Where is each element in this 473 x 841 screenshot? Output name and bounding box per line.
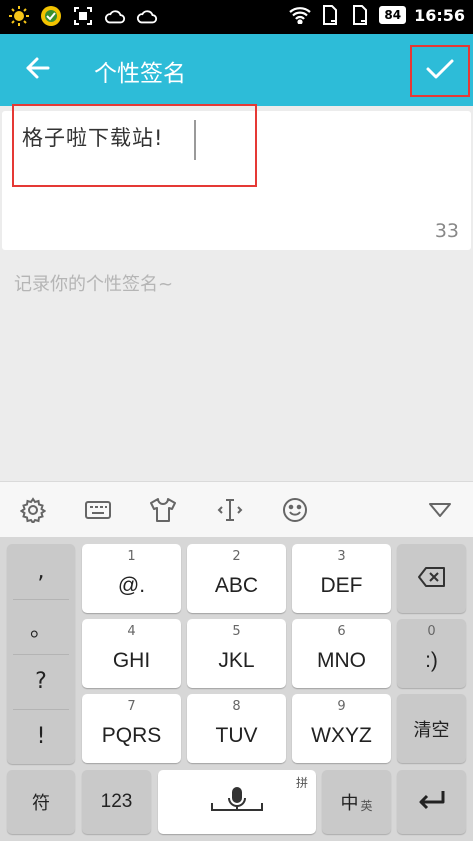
key-number: 7 — [127, 699, 136, 714]
page-title: 个性签名 — [94, 61, 186, 87]
signature-text: 格子啦下载站! — [22, 126, 164, 150]
skin-shirt-icon[interactable] — [148, 495, 178, 525]
enter-icon — [417, 788, 447, 816]
key-1[interactable]: 1 @. — [82, 544, 181, 613]
key-number: 6 — [337, 624, 346, 639]
cloud-icon — [104, 5, 126, 27]
key-label: DEF — [320, 573, 363, 597]
clear-button[interactable]: 清空 — [397, 694, 466, 763]
lang-sub-label: 英 — [360, 798, 373, 813]
key-2[interactable]: 2 ABC — [187, 544, 286, 613]
punct-key-period[interactable]: 。 — [7, 599, 75, 654]
key-number: 3 — [337, 549, 346, 564]
key-number: 5 — [232, 624, 241, 639]
text-caret — [194, 120, 196, 160]
signature-card: 格子啦下载站! 33 — [2, 104, 471, 250]
pinyin-tag: 拼 — [295, 776, 308, 790]
punct-key-comma[interactable]: , — [7, 544, 75, 599]
char-counter: 33 — [434, 220, 459, 242]
numbers-button[interactable]: 123 — [82, 770, 151, 834]
signature-hint: 记录你的个性签名~ — [14, 274, 174, 295]
key-6[interactable]: 6 MNO — [292, 619, 391, 688]
enter-button[interactable] — [397, 770, 466, 834]
clear-label: 清空 — [413, 719, 450, 741]
key-number: 9 — [337, 699, 346, 714]
key-3[interactable]: 3 DEF — [292, 544, 391, 613]
key-9[interactable]: 9 WXYZ — [292, 694, 391, 763]
arrow-left-icon — [25, 56, 51, 84]
back-button[interactable] — [18, 52, 58, 88]
key-number: 0 — [427, 624, 436, 639]
key-5[interactable]: 5 JKL — [187, 619, 286, 688]
backspace-button[interactable] — [397, 544, 466, 613]
key-label: GHI — [112, 648, 151, 672]
key-label: MNO — [317, 648, 366, 672]
key-number: 1 — [127, 549, 136, 564]
battery-level: 84 — [379, 6, 407, 24]
backspace-icon — [417, 566, 447, 592]
app-badge-icon — [40, 5, 62, 27]
key-label: @. — [117, 573, 146, 597]
key-label: PQRS — [101, 723, 162, 747]
cursor-move-icon[interactable] — [215, 495, 245, 525]
punct-key-exclaim[interactable]: ! — [7, 709, 75, 764]
numbers-label: 123 — [100, 791, 133, 812]
settings-gear-icon[interactable] — [18, 495, 48, 525]
key-0[interactable]: 0 :) — [397, 619, 466, 688]
status-bar: 84 16:56 — [0, 0, 473, 34]
key-number: 2 — [232, 549, 241, 564]
t9-keyboard: , 。 ? ! 1 @. 2 ABC 3 DEF 4 GHI 5 JKL 6 M… — [0, 537, 473, 841]
language-switch-button[interactable]: 中 英 — [322, 770, 391, 834]
checkmark-icon — [425, 57, 455, 85]
key-label: TUV — [215, 723, 258, 747]
space-voice-button[interactable]: 拼 — [158, 770, 316, 834]
key-label: :) — [425, 648, 438, 672]
symbols-button[interactable]: 符 — [7, 770, 75, 834]
app-bar: 个性签名 — [0, 34, 473, 106]
punct-key-question[interactable]: ? — [7, 654, 75, 709]
microphone-icon — [209, 785, 265, 819]
cloud-icon — [136, 5, 158, 27]
signature-input[interactable]: 格子啦下载站! — [12, 104, 257, 187]
key-8[interactable]: 8 TUV — [187, 694, 286, 763]
symbols-label: 符 — [32, 793, 50, 814]
sun-icon — [8, 5, 30, 27]
keyboard-toolbar — [0, 481, 473, 537]
punctuation-column: , 。 ? ! — [7, 544, 75, 764]
key-4[interactable]: 4 GHI — [82, 619, 181, 688]
wifi-icon — [289, 4, 312, 26]
key-label: ABC — [214, 573, 259, 597]
collapse-keyboard-icon[interactable] — [425, 495, 455, 525]
clock: 16:56 — [414, 5, 465, 25]
lang-label: 中 — [340, 793, 359, 814]
key-number: 4 — [127, 624, 136, 639]
sim-icon — [349, 4, 371, 26]
confirm-button[interactable] — [410, 45, 470, 97]
key-label: WXYZ — [311, 723, 372, 747]
key-7[interactable]: 7 PQRS — [82, 694, 181, 763]
emoji-smiley-icon[interactable] — [280, 495, 310, 525]
keyboard-icon[interactable] — [83, 495, 113, 525]
key-number: 8 — [232, 699, 241, 714]
screenshot-icon — [72, 5, 94, 27]
key-label: JKL — [218, 648, 255, 672]
sim-icon — [319, 4, 341, 26]
